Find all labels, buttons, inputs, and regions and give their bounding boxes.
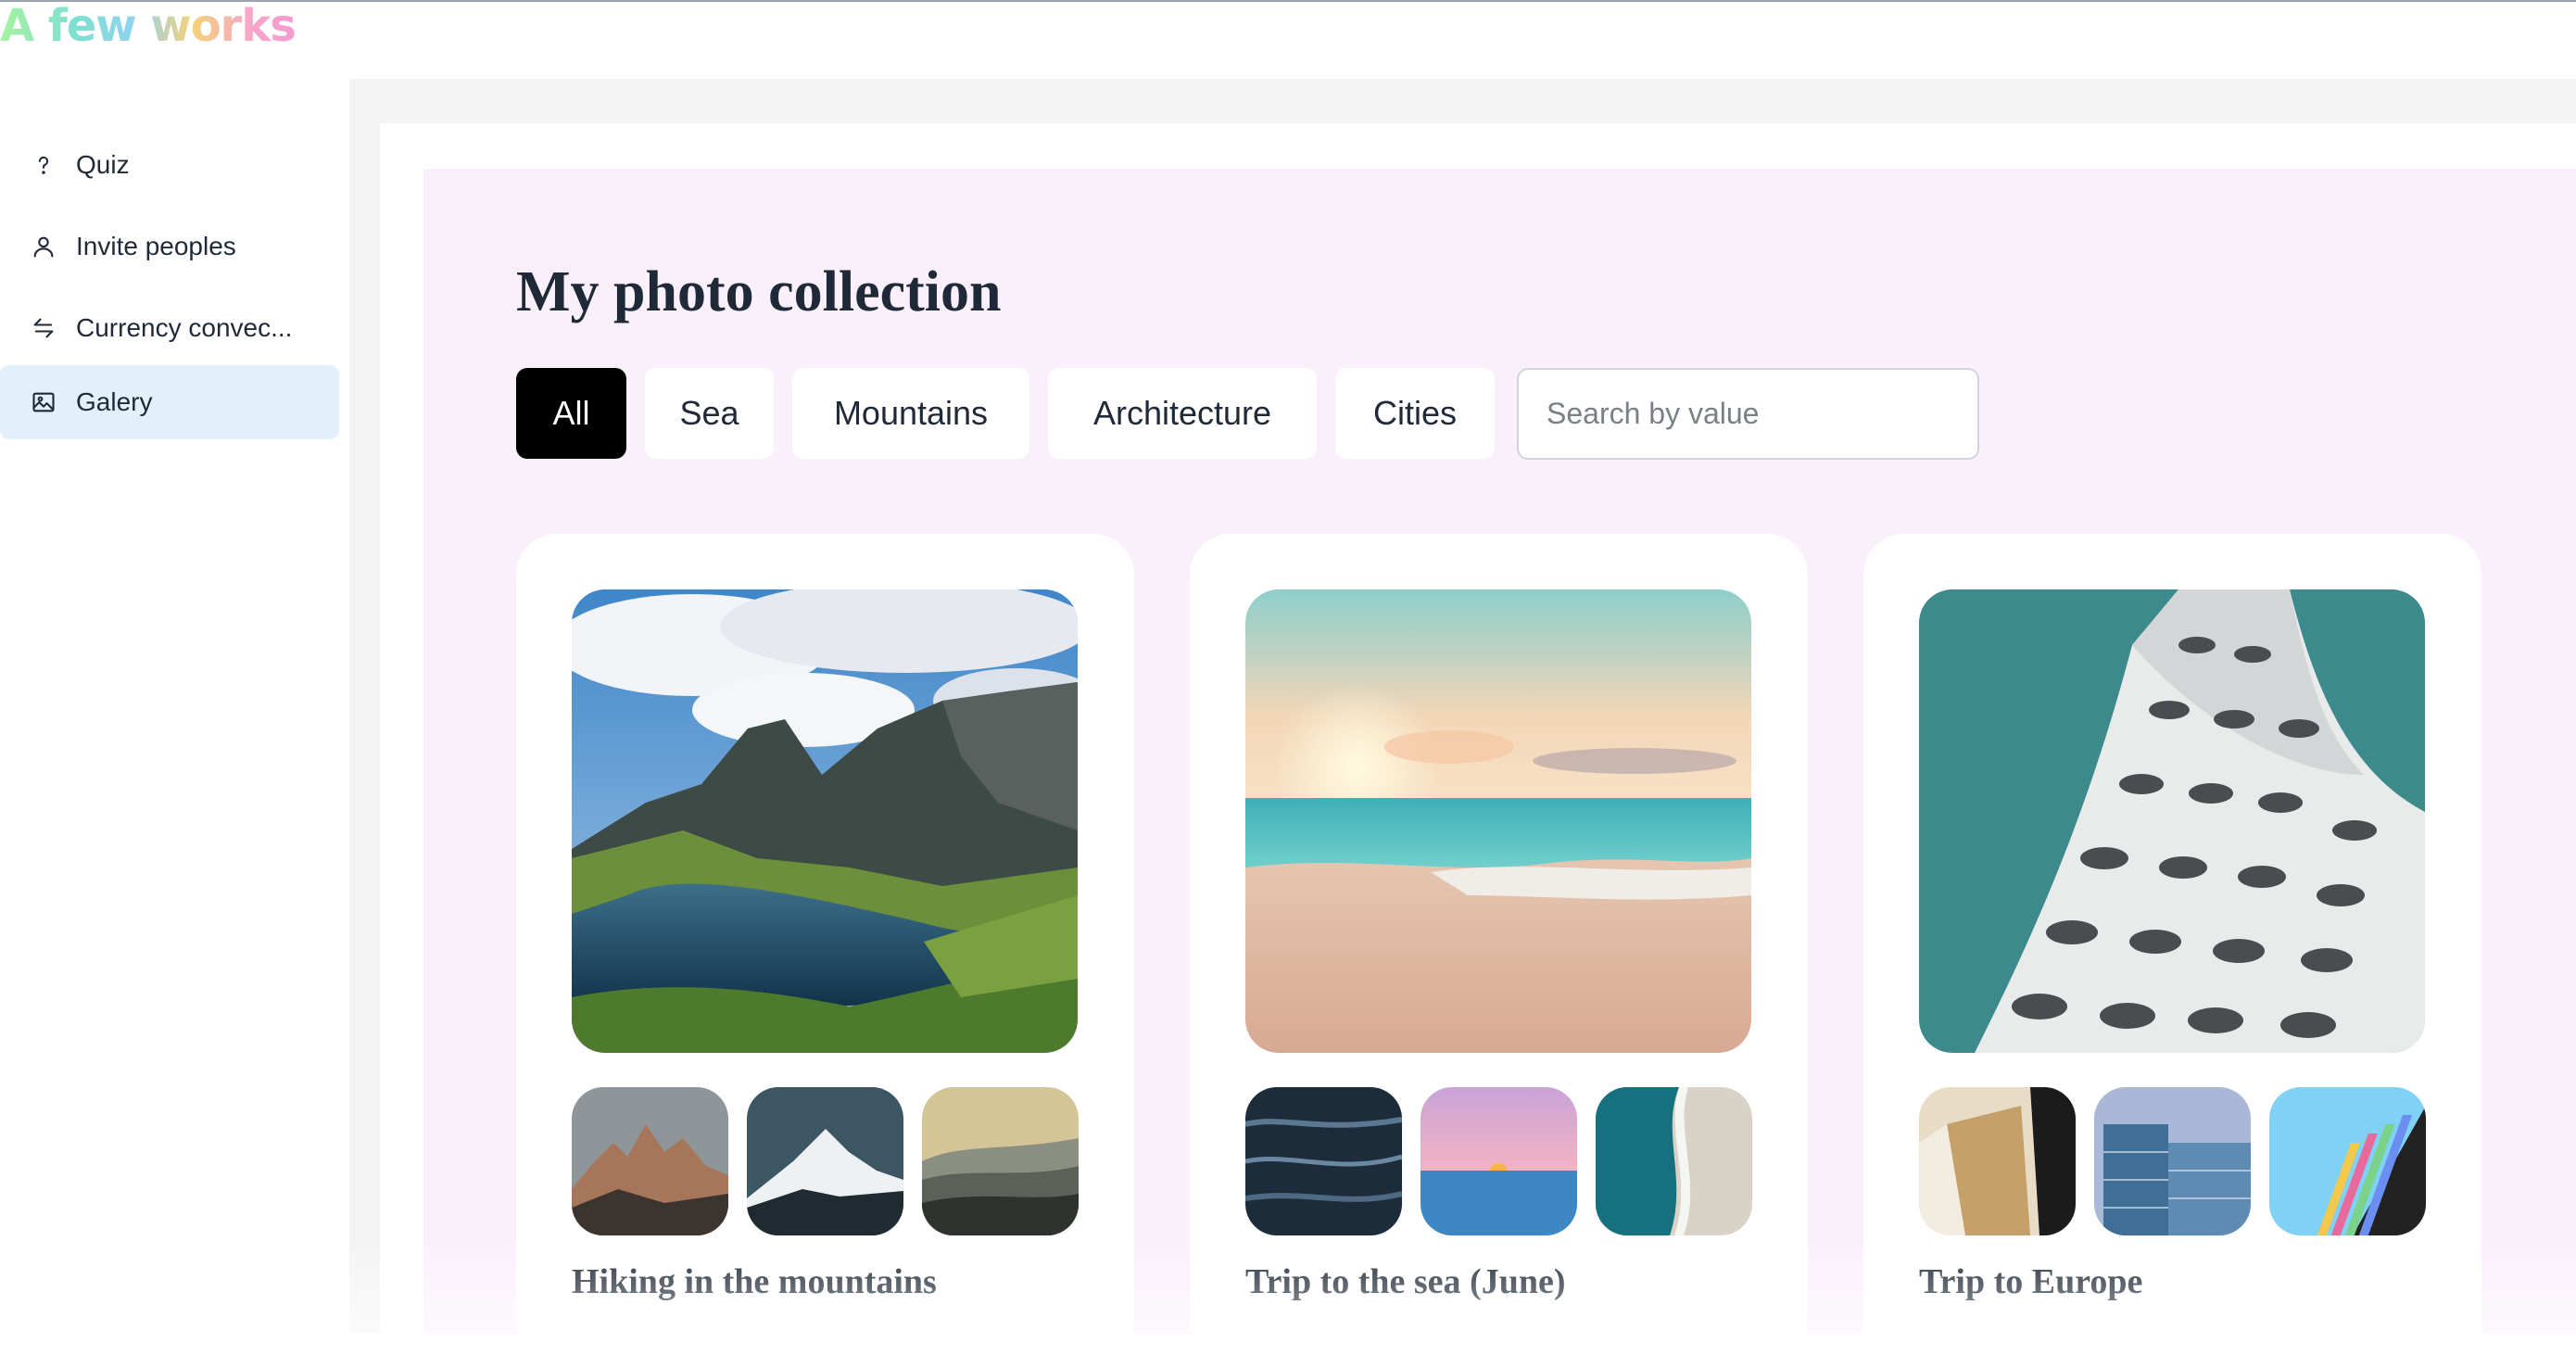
album-card[interactable]: Trip to the sea (June) — [1190, 534, 1808, 1368]
aerial-shore-photo[interactable] — [1596, 1087, 1752, 1235]
rocky-peaks-photo[interactable] — [572, 1087, 728, 1235]
album-title: Trip to Europe — [1919, 1262, 2143, 1301]
question-icon — [30, 151, 57, 179]
sidebar-item-label: Galery — [76, 387, 153, 416]
beige-architecture-photo[interactable] — [1919, 1087, 2076, 1235]
misty-ridges-photo[interactable] — [922, 1087, 1079, 1235]
sidebar-item-label: Currency convec... — [76, 313, 293, 342]
album-title: Trip to the sea (June) — [1245, 1262, 1566, 1301]
filter-cities-button[interactable]: Cities — [1335, 368, 1495, 459]
filter-sea-button[interactable]: Sea — [645, 368, 774, 459]
sidebar-item-label: Invite peoples — [76, 232, 236, 260]
swap-arrows-icon — [30, 314, 57, 342]
beach-sunset-photo[interactable] — [1245, 589, 1751, 1053]
mountain-lake-photo[interactable] — [572, 589, 1078, 1053]
album-card[interactable]: Hiking in the mountains — [516, 534, 1134, 1368]
sidebar-item-quiz[interactable]: Quiz — [0, 128, 339, 202]
image-icon — [30, 388, 57, 416]
filter-bar: All Sea Mountains Architecture Cities — [516, 368, 1495, 459]
sidebar-item-label: Quiz — [76, 150, 130, 179]
snowy-peak-photo[interactable] — [747, 1087, 903, 1235]
search-input[interactable] — [1517, 368, 1979, 460]
dark-waves-photo[interactable] — [1245, 1087, 1402, 1235]
page-title: My photo collection — [516, 260, 1002, 323]
pink-sea-sunset-photo[interactable] — [1421, 1087, 1577, 1235]
white-building-photo[interactable] — [1919, 589, 2425, 1053]
filter-architecture-button[interactable]: Architecture — [1048, 368, 1317, 459]
sidebar-item-invite-peoples[interactable]: Invite peoples — [0, 209, 339, 284]
user-icon — [30, 233, 57, 260]
filter-all-button[interactable]: All — [516, 368, 626, 459]
album-title: Hiking in the mountains — [572, 1262, 937, 1301]
glass-tower-photo[interactable] — [2094, 1087, 2251, 1235]
filter-mountains-button[interactable]: Mountains — [792, 368, 1029, 459]
sidebar-item-galery[interactable]: Galery — [0, 365, 339, 439]
colorful-facade-photo[interactable] — [2269, 1087, 2426, 1235]
app-logo[interactable]: A few works — [0, 2, 297, 50]
sidebar-item-currency-converter[interactable]: Currency convec... — [0, 291, 339, 365]
album-card[interactable]: Trip to Europe — [1863, 534, 2481, 1368]
top-border — [0, 0, 2576, 2]
